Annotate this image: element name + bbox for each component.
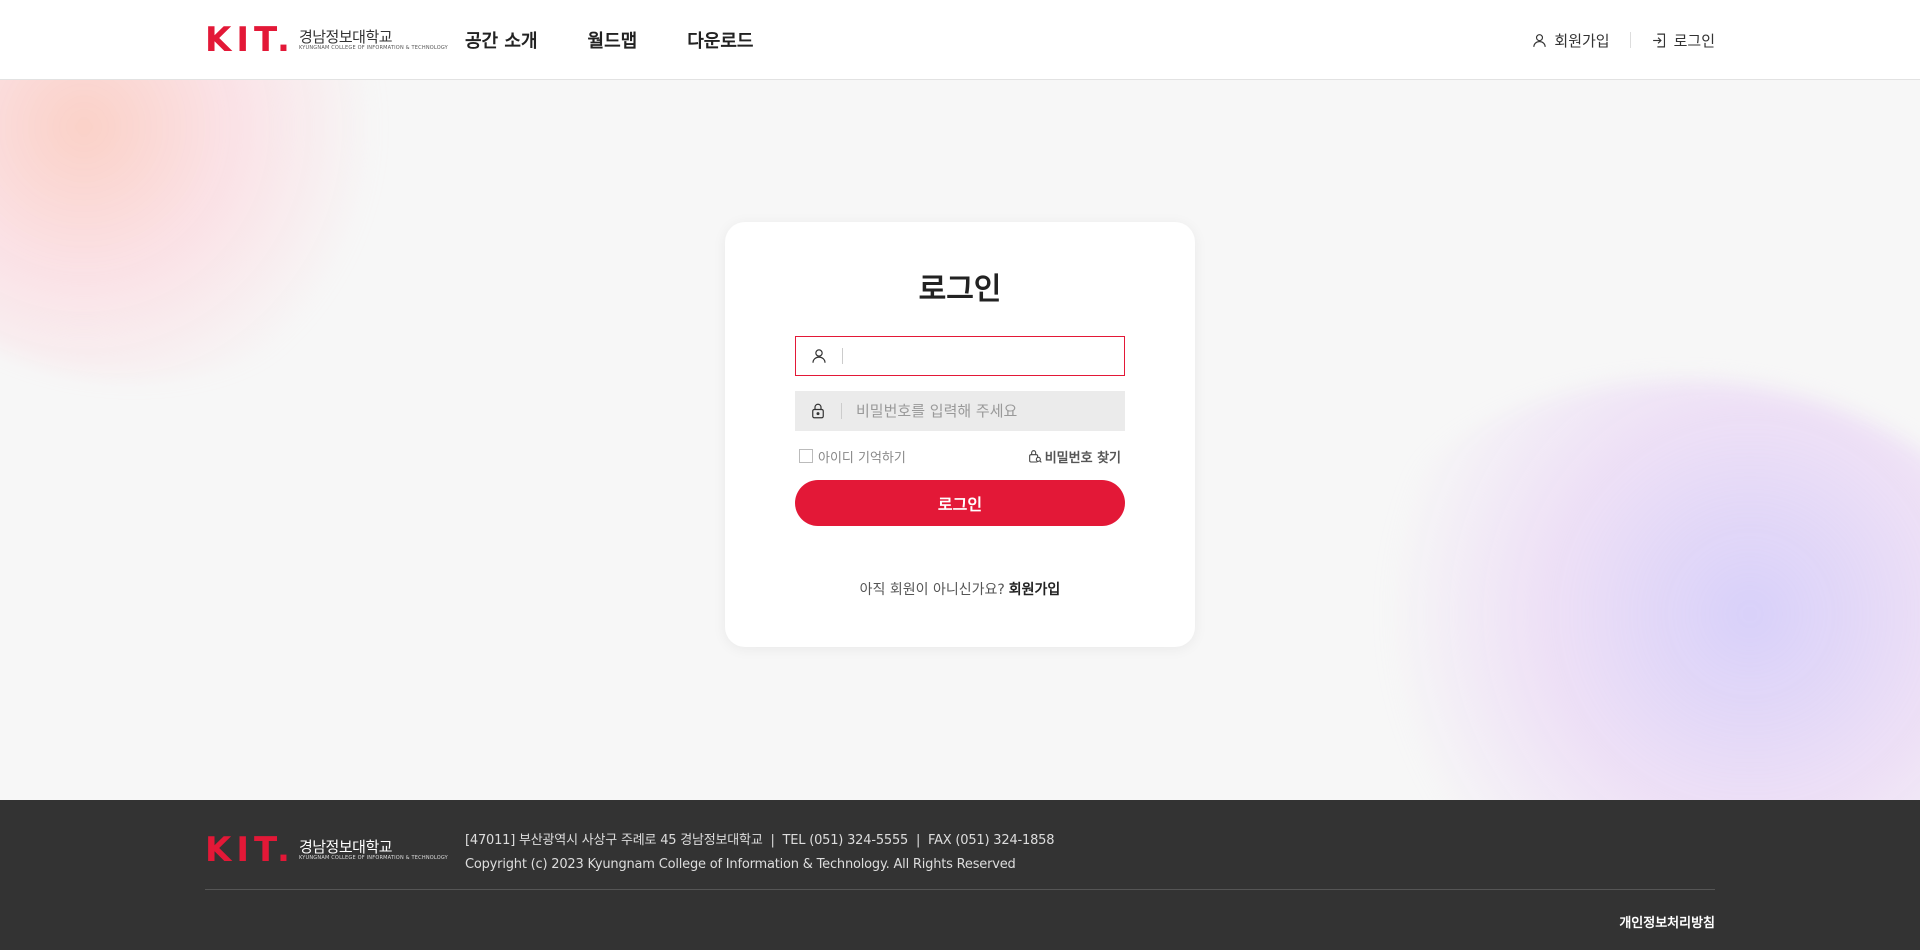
checkbox-box[interactable]	[799, 449, 813, 463]
footer-logo-text: 경남정보대학교 KYUNGNAM COLLEGE OF INFORMATION …	[299, 839, 448, 861]
decorative-gradient-top-left	[0, 80, 420, 380]
lock-search-icon	[1028, 450, 1042, 463]
remember-id-checkbox[interactable]: 아이디 기억하기	[799, 447, 906, 466]
footer-logo-name-en: KYUNGNAM COLLEGE OF INFORMATION & TECHNO…	[298, 854, 448, 861]
util-divider	[1629, 32, 1631, 48]
logo-text: 경남정보대학교 KYUNGNAM COLLEGE OF INFORMATION …	[299, 29, 448, 51]
util-menu: 회원가입 로그인	[1531, 0, 1715, 80]
main-nav: 공간 소개 월드맵 다운로드	[465, 0, 753, 80]
footer-address: [47011] 부산광역시 사상구 주례로 45 경남정보대학교 | TEL (…	[465, 833, 1055, 848]
footer-divider	[205, 889, 1715, 890]
password-input[interactable]	[842, 391, 1125, 431]
join-link[interactable]: 회원가입	[1009, 582, 1061, 598]
user-icon	[796, 337, 842, 375]
logo-mark: KIT.	[205, 19, 295, 60]
id-input[interactable]	[843, 337, 1124, 375]
remember-id-label: 아이디 기억하기	[818, 450, 906, 466]
join-prompt: 아직 회원이 아니신가요? 회원가입	[725, 579, 1195, 599]
find-password-label: 비밀번호 찾기	[1044, 450, 1121, 466]
header-signup-label: 회원가입	[1554, 31, 1610, 50]
site-footer: KIT. 경남정보대학교 KYUNGNAM COLLEGE OF INFORMA…	[0, 800, 1920, 950]
find-password-link[interactable]: 비밀번호 찾기	[1027, 447, 1121, 466]
header-logo[interactable]: KIT. 경남정보대학교 KYUNGNAM COLLEGE OF INFORMA…	[205, 19, 448, 60]
header-signup-link[interactable]: 회원가입	[1531, 30, 1610, 51]
nav-item-download[interactable]: 다운로드	[687, 27, 753, 53]
privacy-policy-link[interactable]: 개인정보처리방침	[1619, 912, 1715, 931]
footer-logo-mark: KIT.	[205, 829, 295, 870]
nav-item-space-intro[interactable]: 공간 소개	[465, 27, 538, 53]
login-icon	[1652, 33, 1665, 47]
footer-logo-name-ko: 경남정보대학교	[298, 837, 393, 856]
header-login-label: 로그인	[1673, 31, 1715, 50]
login-options: 아이디 기억하기 비밀번호 찾기	[795, 447, 1125, 466]
join-prompt-text: 아직 회원이 아니신가요?	[859, 582, 1005, 598]
login-button[interactable]: 로그인	[795, 480, 1125, 526]
logo-name-ko: 경남정보대학교	[298, 27, 393, 46]
footer-info: [47011] 부산광역시 사상구 주례로 45 경남정보대학교 | TEL (…	[465, 829, 1055, 877]
footer-logo: KIT. 경남정보대학교 KYUNGNAM COLLEGE OF INFORMA…	[205, 829, 448, 870]
login-title: 로그인	[918, 272, 1002, 307]
login-card: 로그인 아이디 기억하기 비밀번호 찾기 로그인 아직 회원이 아니신가요? 회…	[725, 222, 1195, 647]
decorative-gradient-bottom-right	[1330, 380, 1920, 800]
user-icon	[1533, 33, 1547, 47]
site-header: KIT. 경남정보대학교 KYUNGNAM COLLEGE OF INFORMA…	[0, 0, 1920, 80]
header-login-link[interactable]: 로그인	[1651, 30, 1715, 51]
logo-name-en: KYUNGNAM COLLEGE OF INFORMATION & TECHNO…	[298, 44, 448, 51]
id-field[interactable]	[795, 336, 1125, 376]
footer-copyright: Copyright (c) 2023 Kyungnam College of I…	[465, 857, 1016, 872]
nav-item-world-map[interactable]: 월드맵	[588, 27, 638, 53]
lock-icon	[795, 391, 841, 431]
password-field[interactable]	[795, 391, 1125, 431]
